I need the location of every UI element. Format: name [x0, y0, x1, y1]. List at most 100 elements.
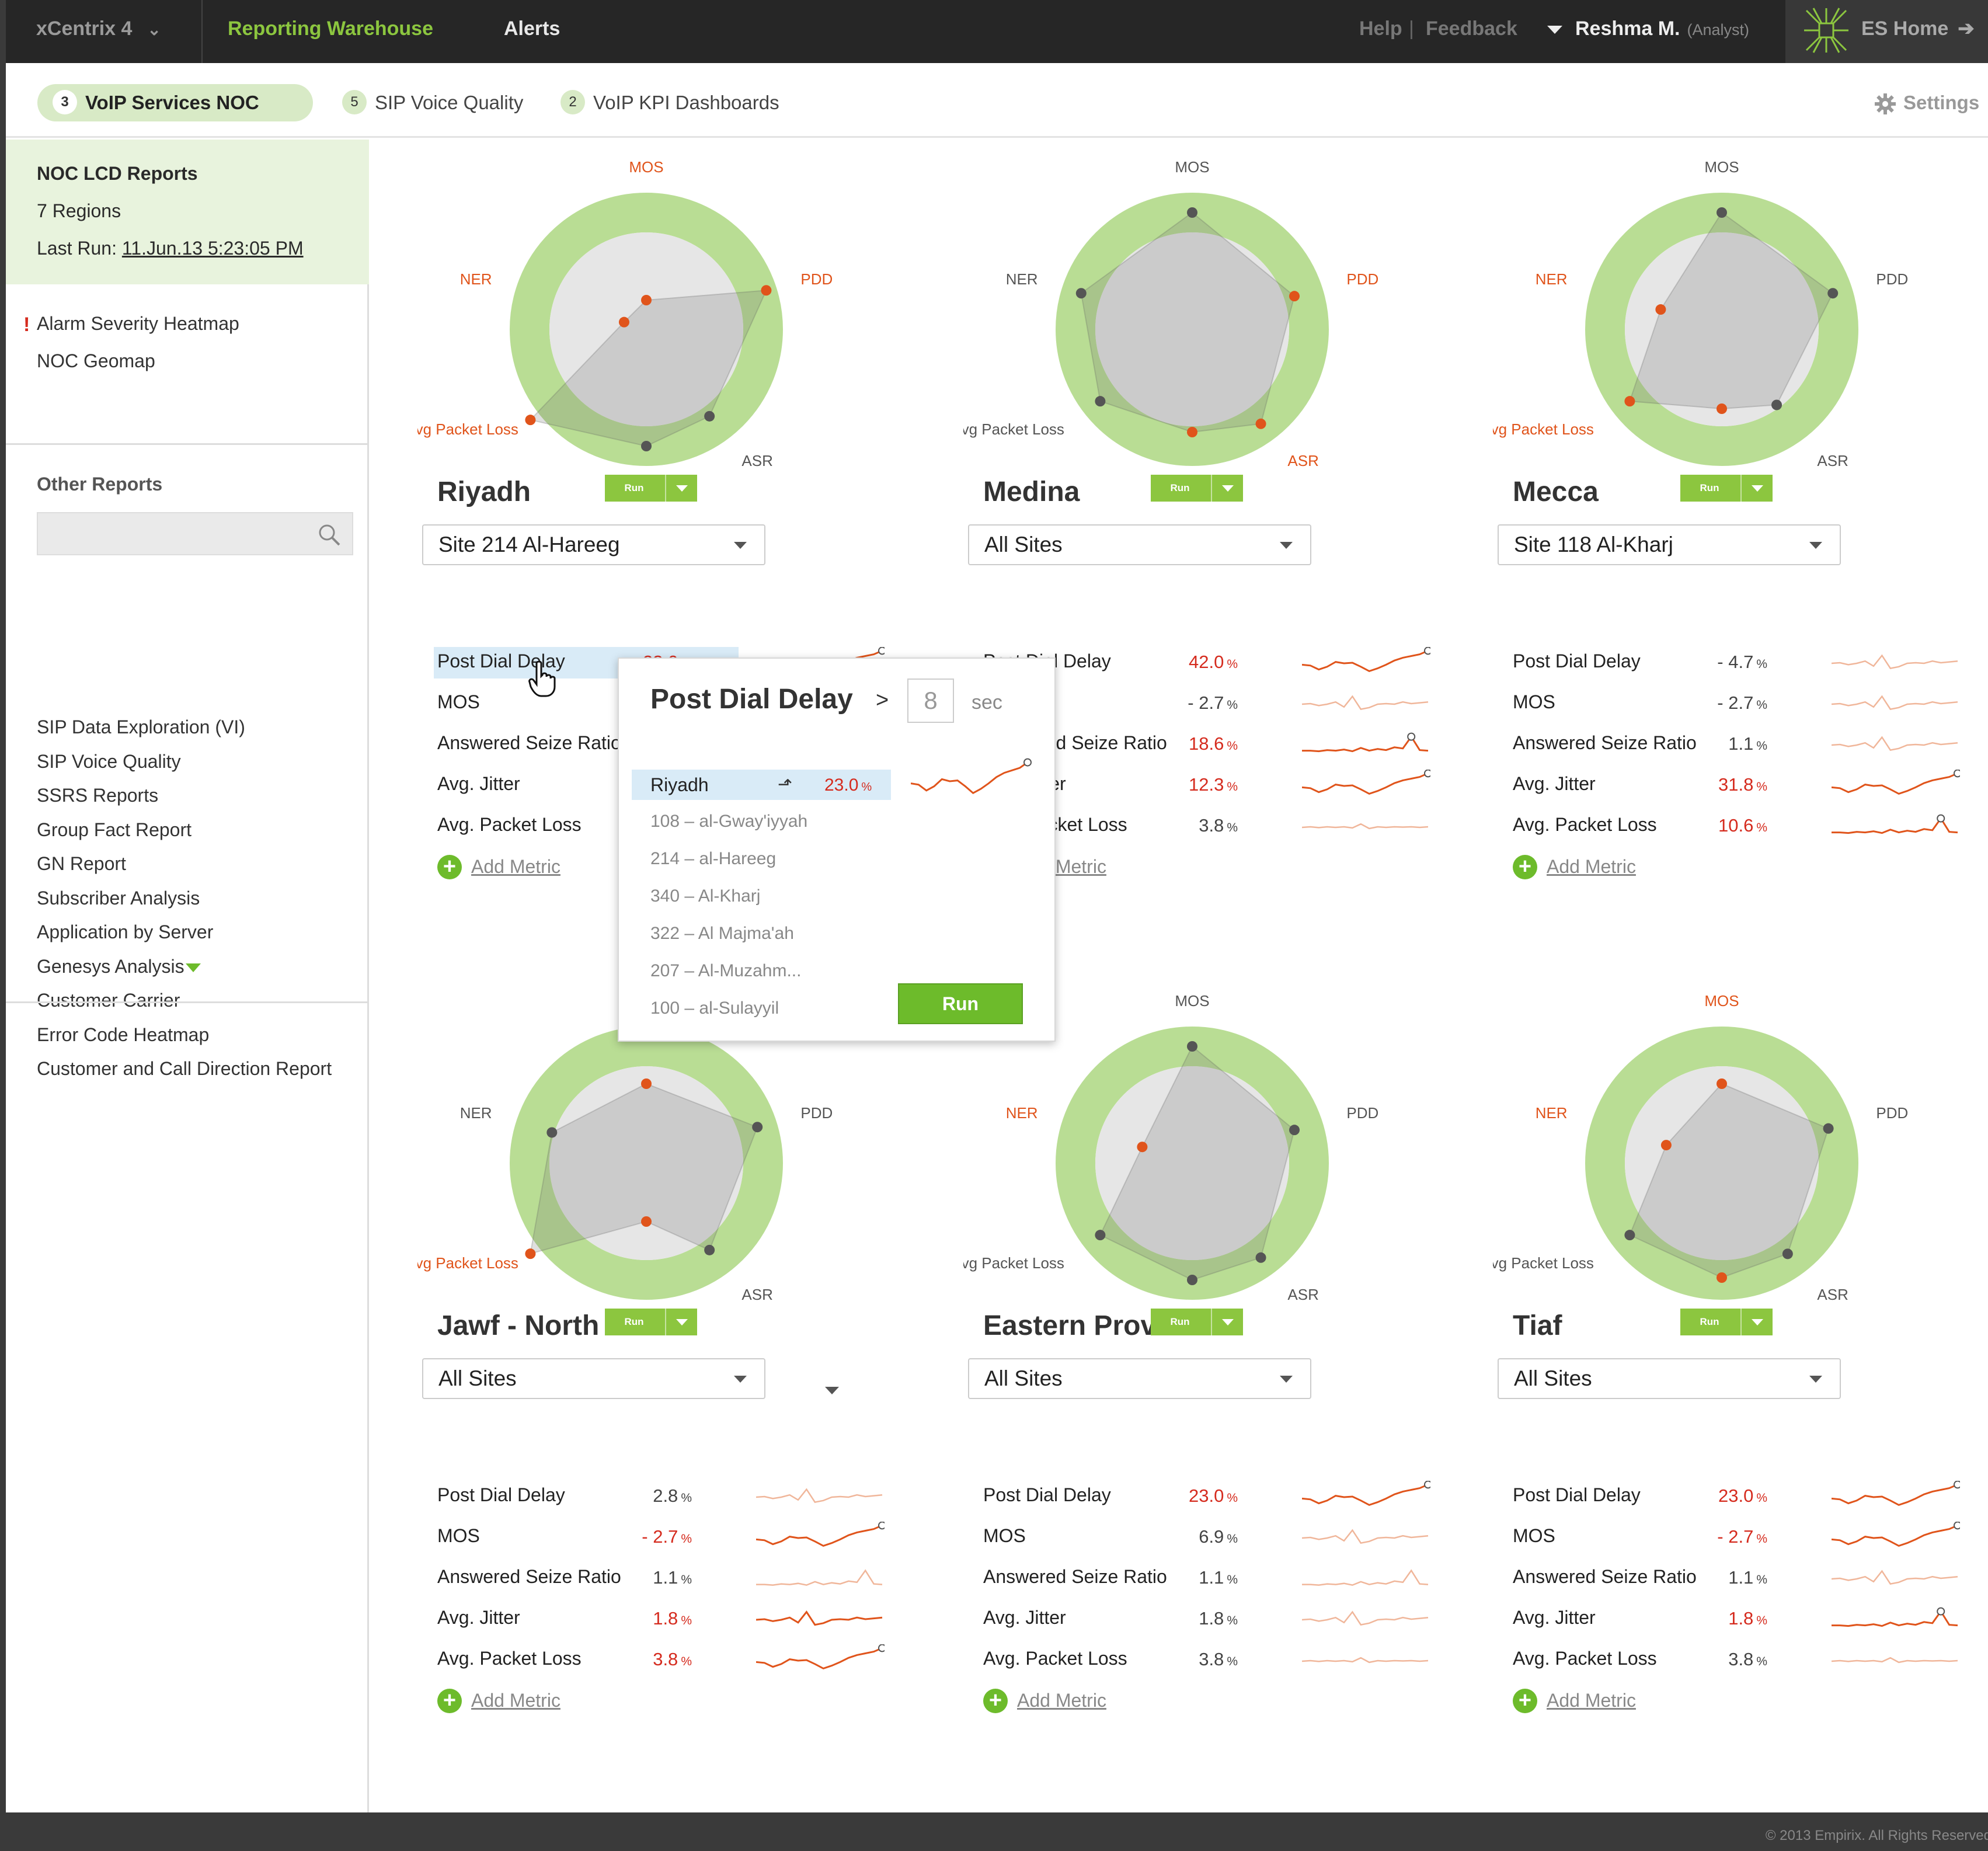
selected-region-name: Riyadh	[650, 774, 709, 795]
metric-row[interactable]: Avg. Packet Loss 3.8%	[417, 1644, 943, 1679]
sidebar-item-other-report[interactable]: Genesys Analysis	[37, 956, 184, 977]
help-link[interactable]: Help	[1359, 0, 1402, 63]
metric-row[interactable]: Answered Seize Ratio 1.1%	[417, 1563, 943, 1598]
site-option[interactable]: 108 – al-Gway'iyyah	[650, 812, 807, 831]
metric-row[interactable]: Avg. Packet Loss 10.6%	[1493, 810, 1988, 846]
add-metric-link[interactable]: + Add Metric	[983, 1688, 1106, 1713]
metric-row[interactable]: Avg. Packet Loss 3.8%	[963, 1644, 1489, 1679]
tab-voip-services-noc[interactable]: 3 VoIP Services NOC	[37, 84, 313, 121]
metric-value: 1.8%	[1691, 1608, 1767, 1629]
add-metric-link[interactable]: + Add Metric	[437, 1688, 560, 1713]
settings-button[interactable]: Settings	[1874, 84, 1979, 121]
user-menu[interactable]: Reshma M. (Analyst)	[1547, 0, 1749, 63]
metric-row[interactable]: MOS - 2.7%	[1493, 688, 1988, 723]
metric-value: 1.8%	[616, 1608, 692, 1629]
radar-axis-label: MOS	[1175, 992, 1209, 1010]
run-options-dropdown[interactable]	[1740, 1309, 1773, 1335]
region-run-button[interactable]: Run	[1151, 1309, 1243, 1335]
tab-sip-voice-quality[interactable]: 5 SIP Voice Quality	[342, 84, 523, 121]
run-options-dropdown[interactable]	[665, 475, 697, 502]
add-metric-link[interactable]: + Add Metric	[437, 854, 560, 879]
show-more-icon[interactable]	[186, 963, 201, 972]
metric-row[interactable]: Avg. Jitter 31.8%	[1493, 770, 1988, 805]
add-metric-link[interactable]: + Add Metric	[1513, 854, 1636, 879]
site-select[interactable]: All Sites	[422, 1358, 765, 1399]
site-select[interactable]: Site 118 Al-Kharj	[1498, 524, 1841, 565]
es-home-label: ES Home	[1861, 18, 1949, 40]
site-select[interactable]: All Sites	[1498, 1358, 1841, 1399]
add-metric-link[interactable]: + Add Metric	[1513, 1688, 1636, 1713]
tab-voip-kpi-dashboards[interactable]: 2 VoIP KPI Dashboards	[560, 84, 779, 121]
run-options-dropdown[interactable]	[665, 1309, 697, 1335]
sidebar-item-other-report[interactable]: SSRS Reports	[37, 785, 158, 806]
metric-row[interactable]: Post Dial Delay 23.0%	[1493, 1481, 1988, 1516]
sidebar-item-noc-geomap[interactable]: NOC Geomap	[37, 350, 155, 372]
metric-row[interactable]: Avg. Packet Loss 3.8%	[1493, 1644, 1988, 1679]
site-select[interactable]: All Sites	[968, 1358, 1311, 1399]
metric-value-number: 23.0	[1188, 1485, 1224, 1506]
metric-row[interactable]: Answered Seize Ratio 1.1%	[1493, 729, 1988, 764]
metric-value-number: 3.8	[1199, 815, 1224, 836]
popover-run-button[interactable]: Run	[898, 983, 1023, 1024]
metric-row[interactable]: Post Dial Delay 23.0%	[963, 1481, 1489, 1516]
selected-region-row[interactable]: Riyadh ⬏ 23.0%	[632, 770, 891, 800]
run-options-dropdown[interactable]	[1211, 475, 1243, 502]
metric-row[interactable]: MOS 6.9%	[963, 1522, 1489, 1557]
sidebar-item-other-report[interactable]: Subscriber Analysis	[37, 888, 200, 909]
site-option[interactable]: 340 – Al-Kharj	[650, 886, 760, 906]
es-home-button[interactable]: ES Home ➔	[1785, 0, 1988, 63]
radar-axis-label: ASR	[1287, 1286, 1318, 1302]
site-option[interactable]: 207 – Al-Muzahm...	[650, 961, 801, 981]
caret-down-icon[interactable]	[825, 1387, 839, 1394]
metric-row[interactable]: Avg. Jitter 1.8%	[963, 1603, 1489, 1638]
threshold-input[interactable]: 8	[907, 679, 954, 723]
sidebar-item-other-report[interactable]: Customer Carrier	[37, 990, 180, 1011]
sidebar-item-other-report[interactable]: GN Report	[37, 853, 126, 875]
plus-icon: +	[1513, 854, 1537, 879]
app-switcher[interactable]: xCentrix 4 ⌄	[36, 0, 203, 63]
percent-unit: %	[1756, 1614, 1767, 1627]
metric-row[interactable]: Answered Seize Ratio 1.1%	[1493, 1563, 1988, 1598]
sidebar-item-other-report[interactable]: Group Fact Report	[37, 819, 192, 841]
metric-label: Answered Seize Ratio	[1513, 732, 1697, 753]
metric-row[interactable]: Avg. Jitter 1.8%	[417, 1603, 943, 1638]
region-run-button[interactable]: Run	[1680, 475, 1773, 502]
last-run-link[interactable]: 11.Jun.13 5:23:05 PM	[122, 238, 304, 259]
site-option[interactable]: 322 – Al Majma'ah	[650, 924, 794, 944]
region-run-button[interactable]: Run	[605, 475, 697, 502]
sidebar-item-other-report[interactable]: SIP Voice Quality	[37, 751, 181, 773]
radar-point	[1255, 418, 1266, 429]
nav-alerts[interactable]: Alerts	[504, 0, 560, 63]
percent-unit: %	[1756, 821, 1767, 834]
nav-reporting-warehouse[interactable]: Reporting Warehouse	[228, 0, 433, 63]
tab-count-badge: 2	[560, 90, 585, 115]
metric-row[interactable]: Post Dial Delay 2.8%	[417, 1481, 943, 1516]
site-option[interactable]: 100 – al-Sulayyil	[650, 998, 779, 1018]
site-select[interactable]: Site 214 Al-Hareeg	[422, 524, 765, 565]
region-run-button[interactable]: Run	[605, 1309, 697, 1335]
sidebar-item-other-report[interactable]: Customer and Call Direction Report	[37, 1058, 332, 1080]
metric-row[interactable]: Avg. Jitter 1.8%	[1493, 1603, 1988, 1638]
region-run-button[interactable]: Run	[1151, 475, 1243, 502]
sidebar-item-other-report[interactable]: Error Code Heatmap	[37, 1024, 209, 1046]
metric-row[interactable]: MOS - 2.7%	[1493, 1522, 1988, 1557]
run-options-dropdown[interactable]	[1740, 475, 1773, 502]
sidebar-item-other-report[interactable]: Application by Server	[37, 921, 213, 943]
metric-value-number: 2.8	[653, 1485, 678, 1506]
region-run-button[interactable]: Run	[1680, 1309, 1773, 1335]
sidebar-item-other-report[interactable]: SIP Data Exploration (VI)	[37, 716, 245, 738]
metric-row[interactable]: Post Dial Delay - 4.7%	[1493, 647, 1988, 682]
sidebar-item-alarm-severity-heatmap[interactable]: Alarm Severity Heatmap	[37, 313, 239, 335]
sparkline-marker	[1954, 770, 1960, 778]
metric-value-number: - 2.7	[1717, 693, 1754, 713]
percent-unit: %	[1756, 657, 1767, 671]
sparkline-marker	[878, 1522, 885, 1530]
feedback-link[interactable]: Feedback	[1426, 0, 1517, 63]
metric-row[interactable]: MOS - 2.7%	[417, 1522, 943, 1557]
metric-value-number: 1.8	[653, 1608, 678, 1629]
site-option[interactable]: 214 – al-Hareeg	[650, 849, 776, 869]
report-search-input[interactable]	[37, 512, 353, 555]
site-select[interactable]: All Sites	[968, 524, 1311, 565]
run-options-dropdown[interactable]	[1211, 1309, 1243, 1335]
metric-row[interactable]: Answered Seize Ratio 1.1%	[963, 1563, 1489, 1598]
